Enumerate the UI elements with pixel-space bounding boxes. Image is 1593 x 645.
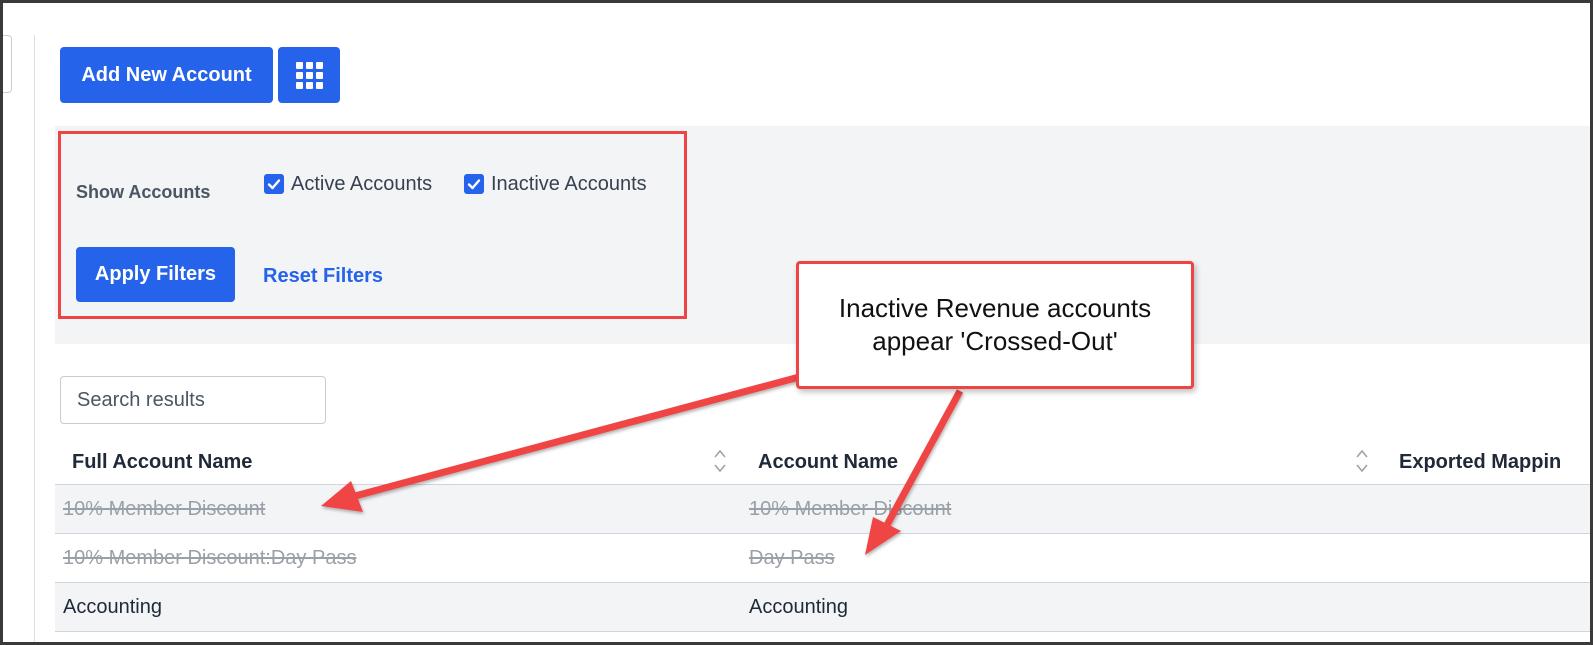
account-name-cell: Day Pass xyxy=(749,547,835,569)
annotation-callout: Inactive Revenue accounts appear 'Crosse… xyxy=(796,261,1194,389)
table-row[interactable]: 10% Member Discount:Day Pass Day Pass xyxy=(55,533,1590,582)
account-name-cell: 10% Member Discount xyxy=(749,498,952,520)
column-header-full-account-name[interactable]: Full Account Name xyxy=(72,451,252,474)
full-account-name-cell: Accounting xyxy=(63,596,162,618)
full-account-name-cell: 10% Member Discount xyxy=(63,498,266,520)
column-grid-button[interactable] xyxy=(278,47,340,103)
table-row[interactable]: 10% Member Discount 10% Member Discount xyxy=(55,484,1590,533)
sort-icon[interactable] xyxy=(713,447,727,475)
filter-highlight-box xyxy=(58,131,687,319)
sidebar-collapse-tab[interactable] xyxy=(3,35,12,93)
column-header-exported-mapping[interactable]: Exported Mappin xyxy=(1399,451,1561,474)
table-row[interactable]: Accounting Accounting xyxy=(55,582,1590,632)
add-new-account-button[interactable]: Add New Account xyxy=(60,47,273,103)
arrow-to-full-account-name xyxy=(354,372,804,500)
full-account-name-cell: 10% Member Discount:Day Pass xyxy=(63,547,357,569)
sidebar-divider xyxy=(34,35,35,642)
grid-icon xyxy=(295,61,323,89)
app-window: Add New Account Show Accounts Active Acc… xyxy=(0,0,1593,645)
sort-icon[interactable] xyxy=(1355,447,1369,475)
search-input[interactable] xyxy=(60,376,326,424)
account-name-cell: Accounting xyxy=(749,596,848,618)
column-header-account-name[interactable]: Account Name xyxy=(758,451,898,474)
